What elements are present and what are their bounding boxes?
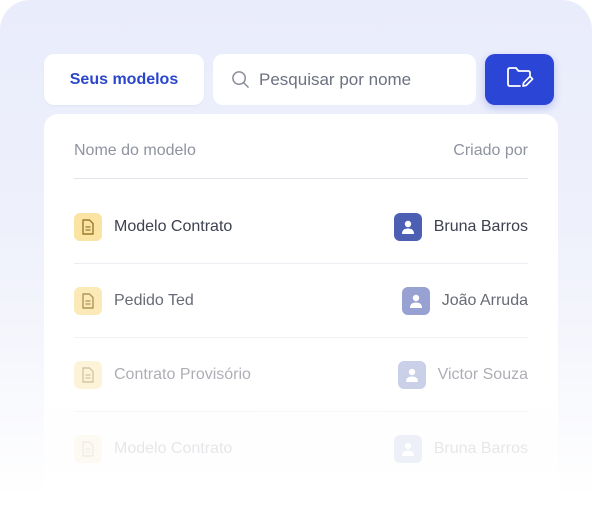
table-row[interactable]: Contrato Provisório Victor Souza: [74, 338, 528, 412]
user-avatar-icon: [393, 212, 422, 241]
created-by: Bruna Barros: [433, 440, 528, 457]
created-by: João Arruda: [441, 291, 528, 309]
templates-table: Nome do modelo Criado por Modelo Contrat…: [44, 114, 558, 500]
new-folder-button[interactable]: [485, 54, 554, 105]
user-avatar-icon: [401, 286, 430, 315]
model-name: Modelo Contrato: [114, 440, 233, 457]
user-avatar-icon: [393, 435, 422, 463]
column-header-created-by: Criado por: [453, 142, 528, 159]
user-avatar-icon: [397, 360, 426, 389]
document-icon: [74, 286, 102, 315]
search-input[interactable]: [259, 69, 459, 90]
table-row[interactable]: Pedido Ted João Arruda: [74, 264, 528, 338]
model-name: Pedido Ted: [114, 291, 194, 309]
column-header-name: Nome do modelo: [74, 142, 196, 159]
created-by: Bruna Barros: [433, 217, 528, 235]
search-icon: [231, 70, 251, 90]
table-row[interactable]: Modelo Contrato Bruna Barros: [74, 190, 528, 264]
table-header: Nome do modelo Criado por: [74, 142, 528, 179]
document-icon: [74, 360, 102, 389]
document-icon: [74, 212, 102, 241]
model-name: Contrato Provisório: [114, 365, 251, 383]
created-by: Victor Souza: [437, 365, 528, 383]
templates-panel: Seus modelos Nome do modelo Criado por: [0, 0, 592, 500]
model-name: Modelo Contrato: [114, 217, 233, 235]
folder-edit-icon: [506, 65, 534, 94]
document-icon: [74, 435, 102, 463]
search-box[interactable]: [213, 54, 476, 105]
tab-seus-modelos[interactable]: Seus modelos: [44, 54, 204, 105]
table-row[interactable]: Modelo Contrato Bruna Barros: [74, 412, 528, 486]
